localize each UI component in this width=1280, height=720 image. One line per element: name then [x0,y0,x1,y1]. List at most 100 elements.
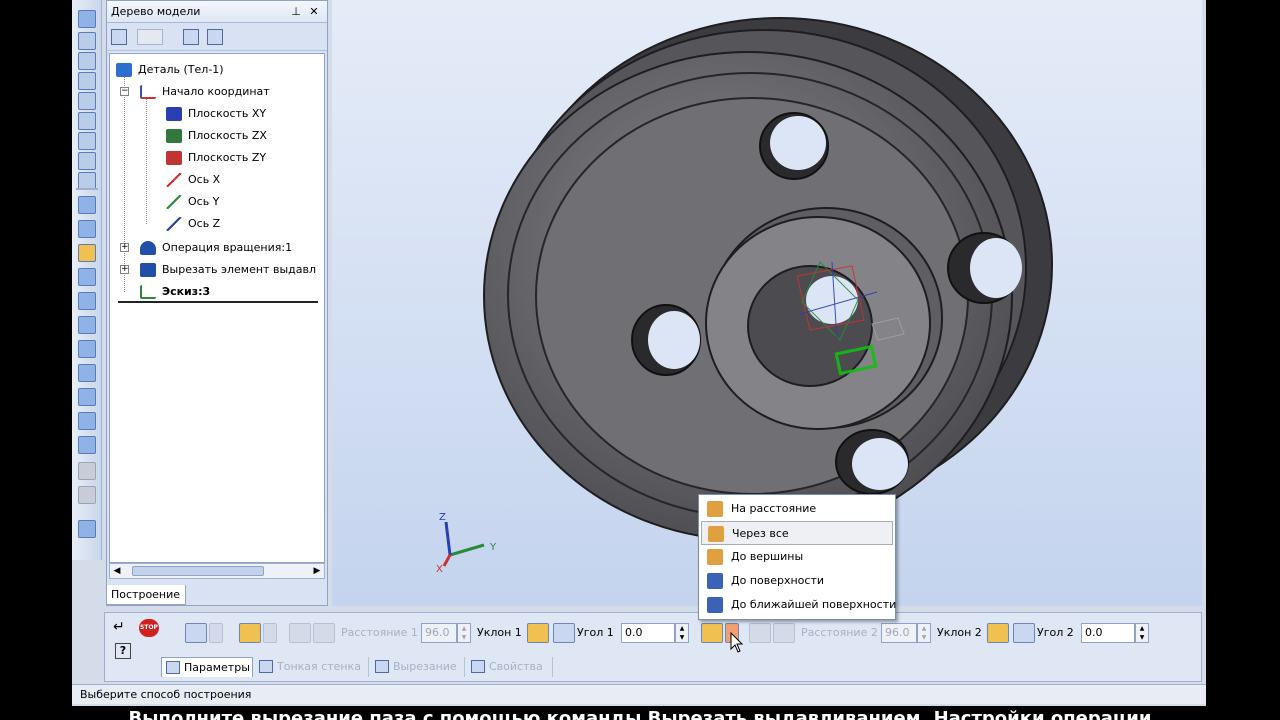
tree-node-origin[interactable]: Начало координат [140,82,270,102]
toolbar-button-part-edit[interactable] [78,196,96,214]
toolbar-button-filters[interactable] [78,388,96,406]
menu-item-to-vertex[interactable]: До вершины [701,545,893,569]
axis-z-icon [166,217,182,231]
draft2-button[interactable] [987,623,1009,643]
tab-build[interactable]: Построение [106,585,186,605]
plane-zy-icon [166,151,182,165]
tree-node-axis-y[interactable]: Ось Y [166,192,219,212]
expander-origin[interactable]: − [120,87,129,96]
toolbar-button-symbols[interactable] [78,52,96,70]
scroll-right-icon[interactable]: ▶ [310,564,324,578]
toolbar-button-aux-geometry[interactable] [78,220,96,238]
tab-thin-wall[interactable]: Тонкая стенка [255,657,369,677]
toolbar-button-measure[interactable] [78,112,96,130]
scroll-thumb[interactable] [132,566,264,576]
angle2-pick-icon[interactable] [1013,623,1035,643]
distance2-pick-icon[interactable] [749,623,771,643]
tree-node-axis-z[interactable]: Ось Z [166,214,220,234]
distance1-pick-icon[interactable] [289,623,311,643]
tree-mode-icon[interactable] [111,29,127,45]
angle1-label: Угол 1 [577,626,614,639]
tree-filter-dropdown[interactable] [137,29,163,45]
menu-item-through-all[interactable]: Через все [701,521,893,545]
subtitle-caption: Выполните вырезание паза с помощью коман… [128,708,1152,720]
distance1-vertex-icon[interactable] [313,623,335,643]
tree-end-marker [118,301,318,303]
tree-node-plane-xy[interactable]: Плоскость XY [166,104,266,124]
tree-node-cut-extrude[interactable]: Вырезать элемент выдавл [140,260,316,280]
pin-icon[interactable]: ⊥ [289,1,303,23]
angle2-label: Угол 2 [1037,626,1074,639]
expander-cut-extrude[interactable]: + [120,265,129,274]
create-object-icon[interactable]: ↵ [113,619,133,635]
model-tree-title: Дерево модели [111,5,201,18]
expander-revolve[interactable]: + [120,243,129,252]
draft1-button[interactable] [527,623,549,643]
method1-dropdown[interactable] [263,623,277,643]
model-tree-toolbar [107,23,327,51]
toolbar-button-edit[interactable] [78,72,96,90]
tab-parameters[interactable]: Параметры [161,657,253,677]
tree-node-plane-zy[interactable]: Плоскость ZY [166,148,266,168]
model-tree-panel: Дерево модели ⊥ ✕ Деталь (Тел-1) − Начал… [106,0,328,606]
toolbar-button-params[interactable] [78,92,96,110]
tree-collapse-icon[interactable] [183,29,199,45]
menu-item-to-nearest-surface[interactable]: До ближайшей поверхности [701,593,896,617]
toolbar-button-library[interactable] [78,520,96,538]
direction-dropdown[interactable] [209,623,223,643]
tree-node-axis-x[interactable]: Ось X [166,170,220,190]
toolbar-button-measure-3d[interactable] [78,364,96,382]
angle1-field[interactable]: 0.0 [621,623,675,643]
toolbar-button-select[interactable] [78,132,96,150]
plane-xy-icon [166,107,182,121]
menu-item-to-distance[interactable]: На расстояние [701,497,893,521]
angle2-field[interactable]: 0.0 [1081,623,1135,643]
distance1-spinner[interactable]: ▲ ▼ [457,623,471,643]
menu-item-to-surface[interactable]: До поверхности [701,569,893,593]
angle1-spinner[interactable]: ▲ ▼ [675,623,689,643]
tree-node-sketch[interactable]: Эскиз:3 [140,282,210,302]
help-icon[interactable]: ? [115,643,131,659]
toolbar-button-geometry[interactable] [78,10,96,28]
toolbar-button-diagnostics[interactable] [78,340,96,358]
tree-expand-icon[interactable] [207,29,223,45]
close-icon[interactable]: ✕ [307,1,321,23]
scroll-left-icon[interactable]: ◀ [110,564,124,578]
toolbar-button-arrays[interactable] [78,292,96,310]
toolbar-button-spec-3d[interactable] [78,412,96,430]
toolbar-button-disabled-2[interactable] [78,486,96,504]
toolbar-button-elements[interactable] [78,436,96,454]
angle1-pick-icon[interactable] [553,623,575,643]
tree-node-revolve[interactable]: Операция вращения:1 [140,238,292,258]
to-distance-icon [707,501,723,517]
distance2-spinner[interactable]: ▲ ▼ [917,623,931,643]
draft2-label: Уклон 2 [937,626,982,639]
method1-button[interactable] [239,623,261,643]
toolbar-button-extrude[interactable] [78,244,96,262]
distance1-field[interactable]: 96.0 [421,623,457,643]
toolbar-button-disabled-1[interactable] [78,462,96,480]
axis-triad: Y Z X [436,512,497,575]
tab-properties[interactable]: Свойства [467,657,553,677]
toolbar-button-spec[interactable] [78,152,96,170]
property-bar: ↵ STOP ? Расстояние 1 96.0 ▲ ▼ Уклон 1 Уг… [104,612,1202,682]
tab-cutting[interactable]: Вырезание [371,657,465,677]
toolbar-button-dimensions[interactable] [78,32,96,50]
origin-icon [140,85,156,99]
distance2-vertex-icon[interactable] [773,623,795,643]
direction-button[interactable] [185,623,207,643]
tree-node-plane-zx[interactable]: Плоскость ZX [166,126,267,146]
to-nearest-surface-icon [707,597,723,613]
tree-horizontal-scrollbar[interactable]: ◀ ▶ [109,563,325,579]
tree-node-part[interactable]: Деталь (Тел-1) [116,60,224,80]
distance2-field[interactable]: 96.0 [881,623,917,643]
plane-zx-icon [166,129,182,143]
method2-button[interactable] [701,623,723,643]
through-all-icon [708,526,724,542]
to-surface-icon [707,573,723,589]
stop-button[interactable]: STOP [139,619,159,637]
toolbar-button-sheet[interactable] [78,316,96,334]
angle2-spinner[interactable]: ▲ ▼ [1135,623,1149,643]
toolbar-button-surfaces[interactable] [78,268,96,286]
triad-z-label: Z [439,512,446,523]
